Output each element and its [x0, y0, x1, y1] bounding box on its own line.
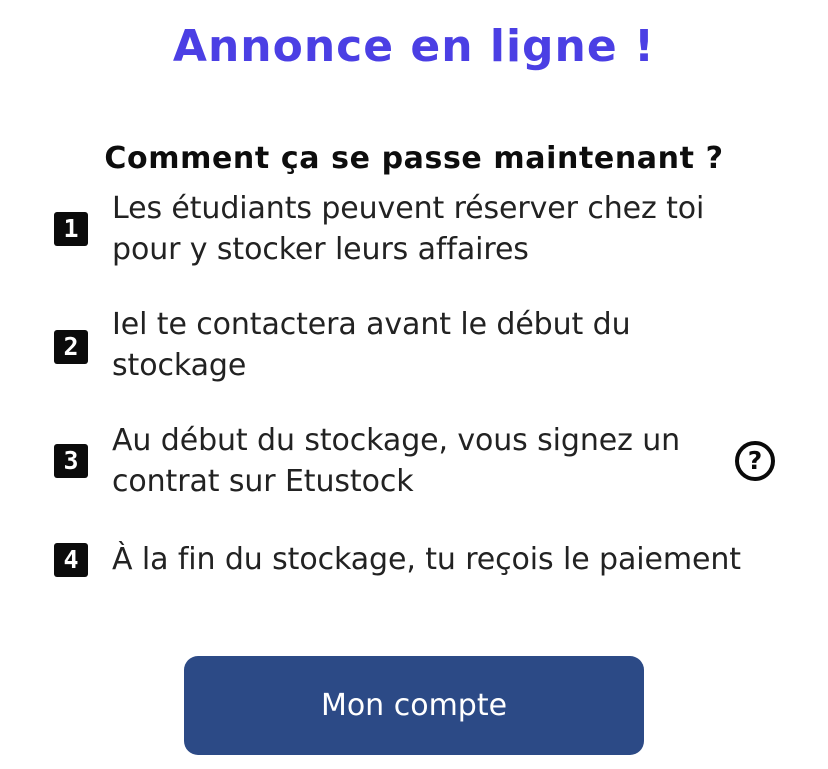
step-item-2: 2 Iel te contactera avant le début du st…: [54, 304, 794, 394]
question-circle-icon[interactable]: ?: [735, 441, 775, 481]
step-text-4: À la fin du stockage, tu reçois le paiem…: [112, 542, 741, 577]
step-text-3: Au début du stockage, vous signez un con…: [112, 423, 681, 499]
step-item-3: 3 Au début du stockage, vous signez un c…: [54, 420, 794, 510]
step-number-1: 1: [54, 212, 88, 246]
step-item-4: 4 À la fin du stockage, tu reçois le pai…: [54, 539, 794, 583]
step-item-1: 1 Les étudiants peuvent réserver chez to…: [54, 188, 794, 278]
listing-confirmation-page: Annonce en ligne ! Comment ça se passe m…: [0, 0, 828, 769]
question-mark-glyph: ?: [747, 446, 763, 475]
step-text-2: Iel te contactera avant le début du stoc…: [112, 307, 631, 383]
next-steps-heading: Comment ça se passe maintenant ?: [104, 140, 724, 176]
my-account-button[interactable]: Mon compte: [184, 656, 644, 755]
step-number-2: 2: [54, 330, 88, 364]
step-number-3: 3: [54, 444, 88, 478]
page-title: Annonce en ligne !: [172, 21, 656, 73]
step-number-4: 4: [54, 543, 88, 577]
step-text-1: Les étudiants peuvent réserver chez toi …: [112, 191, 705, 267]
